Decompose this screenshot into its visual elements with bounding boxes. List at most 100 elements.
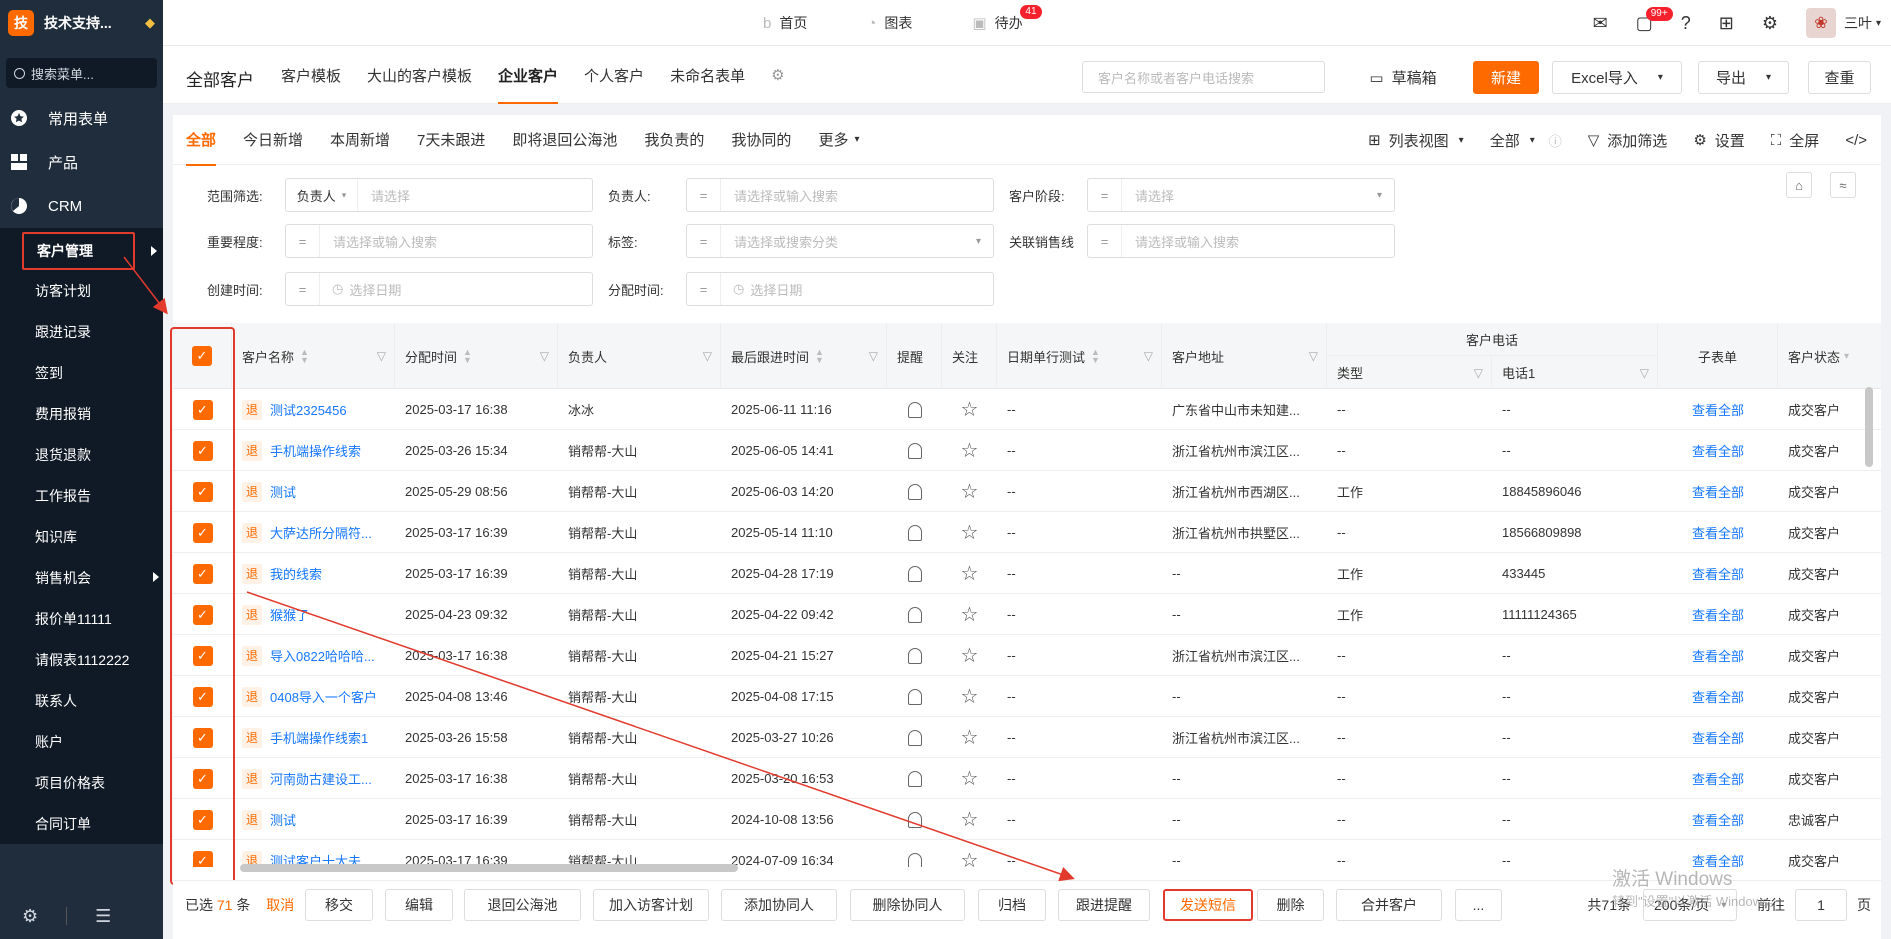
sidebar-item-contract[interactable]: 合同订单 (0, 803, 163, 844)
table-row[interactable]: ✓ 退测试 2025-03-17 16:39 销帮帮-大山 2024-10-08 13:… (173, 799, 1881, 840)
vertical-scrollbar[interactable] (1865, 387, 1873, 467)
col-status[interactable]: 客户状态 ▾ (1778, 323, 1881, 389)
view-all-link[interactable]: 查看全部 (1692, 810, 1744, 829)
excel-import-button[interactable]: Excel导入 ▾ (1552, 61, 1682, 94)
star-icon[interactable]: ☆ (961, 807, 979, 832)
sort-icon[interactable]: ▲ ▼ (300, 348, 309, 365)
add-collaborator-button[interactable]: 添加协同人 (721, 889, 837, 921)
tab-unnamed-form[interactable]: 未命名表单 (670, 46, 745, 104)
draft-box-button[interactable]: ▭ 草稿箱 (1351, 61, 1455, 94)
sort-icon[interactable]: ▲ ▼ (1091, 348, 1100, 365)
brand[interactable]: 技 技术支持... ◆ (0, 0, 163, 46)
customer-name-cell[interactable]: 退猴猴了 (232, 594, 395, 635)
avatar[interactable]: ❀ (1805, 8, 1836, 38)
settings-icon[interactable]: ⚙ (22, 906, 38, 927)
customer-name-link[interactable]: 大萨达所分隔符... (270, 523, 372, 542)
sort-icon[interactable]: ▲ ▼ (815, 348, 824, 365)
gear-icon[interactable]: ⚙ (1762, 13, 1778, 34)
list-view-select[interactable]: ⊞ 列表视图 ▾ (1368, 130, 1464, 151)
table-row[interactable]: ✓ 退猴猴了 2025-04-23 09:32 销帮帮-大山 2025-04-22 09… (173, 594, 1881, 635)
archive-button[interactable]: 归档 (978, 889, 1046, 921)
bell-icon[interactable] (907, 770, 922, 787)
customer-name-link[interactable]: 猴猴了 (270, 605, 309, 624)
customer-name-link[interactable]: 手机端操作线索1 (270, 728, 368, 747)
customer-name-link[interactable]: 测试 (270, 482, 296, 501)
sidebar-item-customer-mgmt[interactable]: 客户管理 (22, 232, 157, 270)
table-row[interactable]: ✓ 退导入0822哈哈哈... 2025-03-17 16:38 销帮帮-大山 2025… (173, 635, 1881, 676)
chevron-down-icon[interactable]: ▾ (1876, 18, 1881, 29)
view-all-link[interactable]: 查看全部 (1692, 769, 1744, 788)
delete-button[interactable]: 删除 (1257, 889, 1324, 921)
sidebar-item-knowledge[interactable]: 知识库 (0, 516, 163, 557)
sidebar-item-expense[interactable]: 费用报销 (0, 393, 163, 434)
customer-search-input[interactable]: 客户名称或者客户电话搜索 (1082, 61, 1325, 93)
star-icon[interactable]: ☆ (961, 438, 979, 463)
save-filter-icon[interactable]: ⌂ (1786, 172, 1812, 198)
settings-button[interactable]: ⚙ 设置 (1693, 130, 1744, 151)
assigned-date-filter[interactable]: = ◷ 选择日期 (686, 272, 994, 306)
page-input[interactable]: 1 (1795, 889, 1847, 921)
customer-name-cell[interactable]: 退测试客户十大夫 (232, 840, 395, 867)
dedup-button[interactable]: 查重 (1808, 61, 1871, 94)
view-all-link[interactable]: 查看全部 (1692, 523, 1744, 542)
bell-icon[interactable] (907, 647, 922, 664)
bell-icon[interactable] (907, 688, 922, 705)
star-icon[interactable]: ☆ (961, 684, 979, 709)
filter-tab-today[interactable]: 今日新增 (243, 115, 303, 165)
table-row[interactable]: ✓ 退大萨达所分隔符... 2025-03-17 16:39 销帮帮-大山 2025-0… (173, 512, 1881, 553)
apps-grid-icon[interactable]: ⊞ (1719, 13, 1734, 34)
star-icon[interactable]: ☆ (961, 561, 979, 586)
sidebar-group-common[interactable]: 常用表单 (0, 96, 163, 140)
view-all-link[interactable]: 查看全部 (1692, 441, 1744, 460)
sidebar-group-product[interactable]: 产品 (0, 140, 163, 184)
star-icon[interactable]: ☆ (961, 643, 979, 668)
code-button[interactable]: </> (1845, 132, 1867, 149)
menu-search-input[interactable]: 搜索菜单... (6, 58, 157, 88)
owner-filter[interactable]: = 请选择或输入搜索 (686, 178, 994, 212)
filter-tab-more[interactable]: 更多 ▾ (818, 115, 859, 165)
col-address[interactable]: 客户地址 ▽ (1162, 323, 1327, 389)
bell-icon[interactable] (907, 524, 922, 541)
filter-tab-7days[interactable]: 7天未跟进 (417, 115, 485, 165)
bell-icon[interactable] (907, 606, 922, 623)
customer-name-link[interactable]: 测试 (270, 810, 296, 829)
filter-tab-all[interactable]: 全部 (186, 115, 217, 166)
view-all-link[interactable]: 查看全部 (1692, 728, 1744, 747)
star-icon[interactable]: ☆ (961, 397, 979, 422)
table-row[interactable]: ✓ 退测试2325456 2025-03-17 16:38 冰冰 2025-06-11 … (173, 389, 1881, 430)
cancel-selection-link[interactable]: 取消 (266, 897, 294, 913)
star-icon[interactable]: ☆ (961, 479, 979, 504)
new-button[interactable]: 新建 (1473, 61, 1539, 94)
bell-icon[interactable] (907, 401, 922, 418)
sidebar-item-account[interactable]: 账户 (0, 721, 163, 762)
customer-name-cell[interactable]: 退测试 (232, 799, 395, 840)
created-date-filter[interactable]: = ◷ 选择日期 (285, 272, 593, 306)
filter-icon[interactable]: ▽ (1309, 349, 1318, 363)
bell-icon[interactable] (907, 483, 922, 500)
sidebar-item-price-list[interactable]: 项目价格表 (0, 762, 163, 803)
message-icon[interactable]: ▢ 99+ (1636, 6, 1673, 34)
filter-icon[interactable]: ▽ (1474, 366, 1483, 380)
filter-icon[interactable]: ▽ (377, 349, 386, 363)
range-filter[interactable]: 负责人 ▾ 请选择 (285, 178, 593, 212)
customer-name-link[interactable]: 手机端操作线索 (270, 441, 361, 460)
customer-name-cell[interactable]: 退手机端操作线索 (232, 430, 395, 471)
table-row[interactable]: ✓ 退 0408导入一个客户 2025-04-08 13:46 销帮帮-大山 2025-0… (173, 676, 1881, 717)
filter-tab-week[interactable]: 本周新增 (330, 115, 390, 165)
view-all-link[interactable]: 查看全部 (1692, 646, 1744, 665)
col-assign-time[interactable]: 分配时间 ▲ ▼ ▽ (395, 323, 558, 389)
tag-filter[interactable]: = 请选择或搜索分类 ▾ (686, 224, 994, 258)
view-all-link[interactable]: 查看全部 (1692, 687, 1744, 706)
customer-name-cell[interactable]: 退测试2325456 (232, 389, 395, 430)
view-all-link[interactable]: 查看全部 (1692, 564, 1744, 583)
col-subform[interactable]: 子表单 (1658, 323, 1778, 389)
star-icon[interactable]: ☆ (961, 602, 979, 627)
col-phone1[interactable]: 电话1 ▽ (1492, 356, 1658, 389)
transfer-button[interactable]: 移交 (305, 889, 373, 921)
filter-tab-mine[interactable]: 我负责的 (644, 115, 704, 165)
col-name[interactable]: 客户名称 ▲ ▼ ▽ (232, 323, 395, 389)
sidebar-item-leave[interactable]: 请假表1112222 (0, 639, 163, 680)
tab-enterprise-customer[interactable]: 企业客户 (498, 46, 559, 104)
sidebar-item-refund[interactable]: 退货退款 (0, 434, 163, 475)
importance-filter[interactable]: = 请选择或输入搜索 (285, 224, 593, 258)
